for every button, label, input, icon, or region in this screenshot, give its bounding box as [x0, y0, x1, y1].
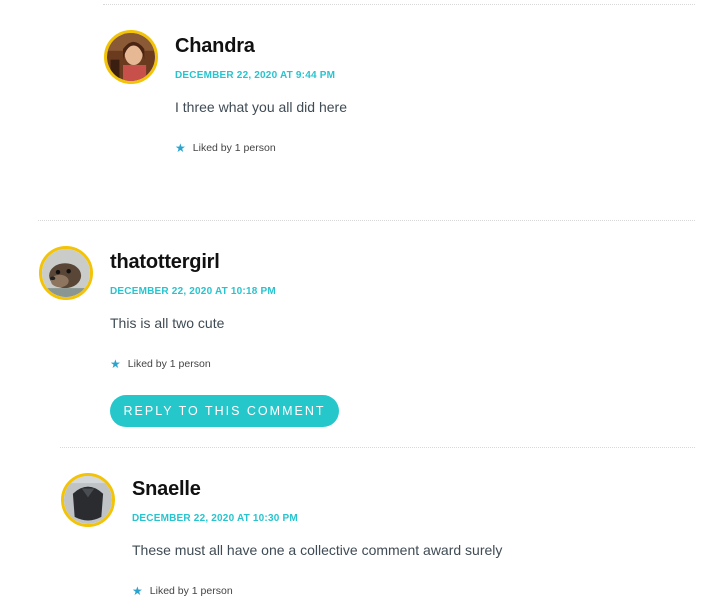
comment-author[interactable]: Chandra: [175, 35, 255, 58]
comment-date-link[interactable]: DECEMBER 22, 2020 AT 10:30 PM: [132, 513, 298, 524]
star-icon: ★: [110, 357, 121, 371]
likes-row: ★ Liked by 1 person: [132, 585, 233, 597]
comment-chandra: Chandra DECEMBER 22, 2020 AT 9:44 PM I t…: [104, 30, 694, 170]
likes-label[interactable]: Liked by 1 person: [128, 358, 211, 370]
comment-divider: [38, 220, 695, 221]
likes-label[interactable]: Liked by 1 person: [150, 585, 233, 597]
reply-button[interactable]: REPLY TO THIS COMMENT: [110, 395, 339, 427]
avatar[interactable]: [104, 30, 158, 84]
comment-text: This is all two cute: [110, 315, 225, 331]
likes-row: ★ Liked by 1 person: [175, 142, 276, 154]
comment-text: I three what you all did here: [175, 99, 347, 115]
comment-date-link[interactable]: DECEMBER 22, 2020 AT 9:44 PM: [175, 70, 335, 81]
comment-date-link[interactable]: DECEMBER 22, 2020 AT 10:18 PM: [110, 286, 276, 297]
likes-label[interactable]: Liked by 1 person: [193, 142, 276, 154]
avatar-image: [64, 476, 112, 524]
star-icon: ★: [175, 141, 186, 155]
avatar-image: [107, 33, 155, 81]
comment-author[interactable]: Snaelle: [132, 478, 201, 501]
comment-text: These must all have one a collective com…: [132, 542, 503, 558]
likes-row: ★ Liked by 1 person: [110, 358, 211, 370]
comment-snaelle: Snaelle DECEMBER 22, 2020 AT 10:30 PM Th…: [61, 473, 694, 608]
comment-author[interactable]: thatottergirl: [110, 251, 220, 274]
avatar-image: [42, 249, 90, 297]
star-icon: ★: [132, 584, 143, 598]
comment-thatottergirl: thatottergirl DECEMBER 22, 2020 AT 10:18…: [39, 246, 694, 436]
comment-divider: [60, 447, 695, 448]
avatar[interactable]: [61, 473, 115, 527]
avatar[interactable]: [39, 246, 93, 300]
comment-divider: [103, 4, 695, 5]
